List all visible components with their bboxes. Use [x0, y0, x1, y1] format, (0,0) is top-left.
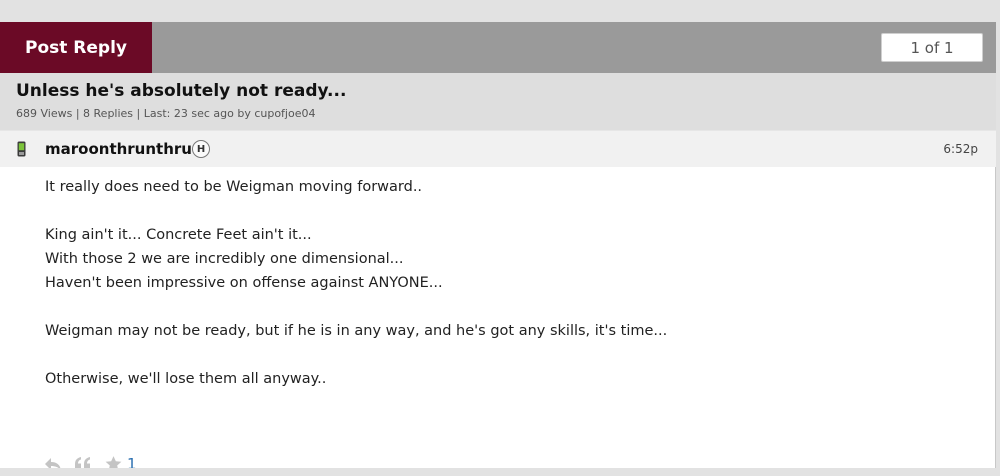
post-actions: 1 [44, 452, 137, 476]
post-line: Otherwise, we'll lose them all anyway.. [45, 371, 327, 387]
post-body: It really does need to be Weigman moving… [45, 175, 945, 391]
page-selector[interactable]: 1 of 1 [881, 33, 983, 62]
phone-icon [17, 141, 26, 157]
thread-title: Unless he's absolutely not ready... [16, 81, 347, 101]
post-line: With those 2 we are incredibly one dimen… [45, 251, 404, 267]
post-author[interactable]: maroonthrunthru [45, 140, 192, 158]
thread-header: Unless he's absolutely not ready... 689 … [0, 73, 996, 130]
post-line: Haven't been impressive on offense again… [45, 275, 443, 291]
post-line: King ain't it... Concrete Feet ain't it.… [45, 227, 312, 243]
post-line: Weigman may not be ready, but if he is i… [45, 323, 668, 339]
post-header: maroonthrunthru H 6:52p [0, 130, 996, 167]
post-line: It really does need to be Weigman moving… [45, 179, 423, 195]
user-badge: H [192, 140, 210, 158]
post-timestamp: 6:52p [943, 142, 978, 156]
post-line [45, 199, 945, 223]
thread-meta: 689 Views | 8 Replies | Last: 23 sec ago… [16, 107, 316, 120]
post-line [45, 343, 945, 367]
post-line [45, 295, 945, 319]
thread-page: Post Reply 1 of 1 Unless he's absolutely… [0, 22, 996, 473]
thread-toolbar: Post Reply 1 of 1 [0, 22, 996, 73]
post-reply-button[interactable]: Post Reply [0, 22, 152, 73]
